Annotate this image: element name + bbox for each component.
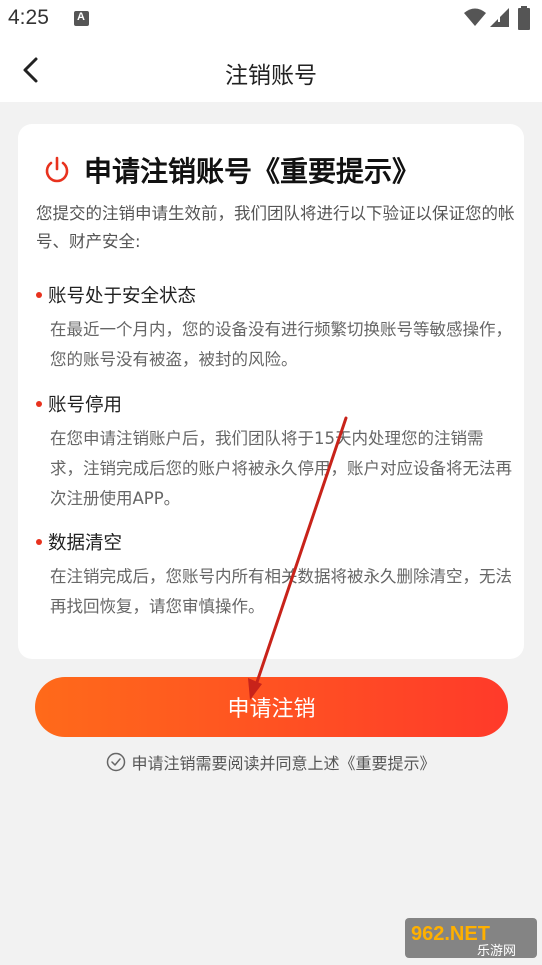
page-title: 注销账号 [225,63,317,89]
section-title-deactivate: 账号停用 [36,391,122,417]
bullet-dot [36,292,42,298]
notice-heading: 申请注销账号《重要提示》 [42,152,420,188]
bullet-dot [36,539,42,545]
section-body-safe-state: 在最近一个月内，您的设备没有进行频繁切换账号等敏感操作，您的账号没有被盗，被封的… [50,320,512,369]
section-title-text: 数据清空 [48,533,123,554]
watermark-sub: 乐游网 [477,944,516,959]
section-body-data-clear: 在注销完成后，您账号内所有相关数据将被永久删除清空，无法再找回恢复，请您审慎操作… [50,567,512,616]
apply-cancel-account-button[interactable]: 申请注销 [35,677,508,737]
battery-icon [518,6,530,30]
section-title-data-clear: 数据清空 [36,529,122,555]
status-bar: 4:25 [0,0,542,38]
bullet-dot [36,401,42,407]
check-circle-icon[interactable] [106,752,126,772]
watermark-brand: 962.NET [411,923,490,945]
section-title-safe-state: 账号处于安全状态 [36,282,196,308]
watermark-logo: 962.NET 乐游网 [405,918,537,959]
wifi-icon [464,8,486,26]
section-body-deactivate: 在您申请注销账户后，我们团队将于15天内处理您的注销需求，注销完成后您的账户将被… [50,429,512,508]
notice-heading-text: 申请注销账号《重要提示》 [84,155,421,188]
nav-bar: 注销账号 [0,38,542,102]
agreement-text: 申请注销需要阅读并同意上述《重要提示》 [131,754,436,773]
section-title-text: 账号处于安全状态 [48,286,197,307]
section-title-text: 账号停用 [48,395,123,416]
notification-a-icon [74,11,89,26]
power-icon [45,156,69,183]
status-time: 4:25 [8,6,49,29]
signal-icon [490,8,509,27]
agreement-row: 申请注销需要阅读并同意上述《重要提示》 [0,750,542,774]
notice-intro: 您提交的注销申请生效前，我们团队将进行以下验证以保证您的帐号、财产安全: [36,204,515,251]
